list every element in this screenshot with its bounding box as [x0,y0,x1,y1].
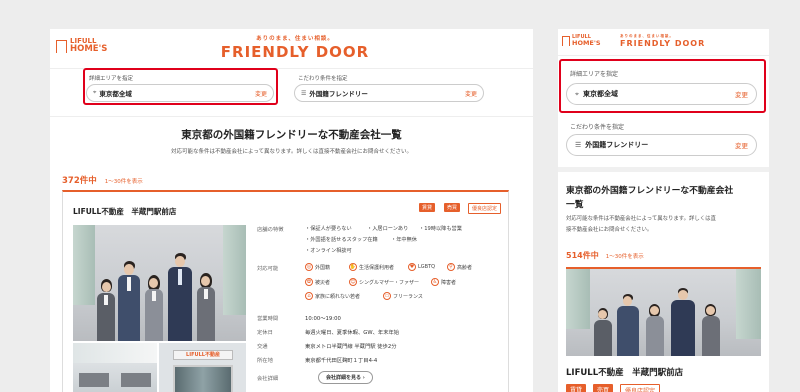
hours-value: 10:00〜19:00 [305,316,341,322]
results-note: 対応可能な条件は不動産会社によって異なります。詳しくは直接不動産会社にお問合せく… [170,149,412,155]
condition-change-button[interactable]: 変更 [465,89,477,98]
holiday-row: 定休日 毎週火曜日、夏季休暇、GW、年末年始 [257,330,400,336]
holiday-value: 毎週火曜日、夏季休暇、GW、年末年始 [305,330,400,336]
sliders-icon: ☰ [301,89,307,97]
divider [558,167,769,172]
support-lgbtq: ♥ LGBTQ [408,263,436,271]
family-icon: ☺ [349,278,357,286]
condition-label: こだわり条件を指定 [298,76,348,82]
support-disability: ♿ 障害者 [431,278,457,286]
support-elderly: ⚲ 高齢者 [447,263,472,271]
address-row: 所在地 東京都千代田区麹町１丁目4-4 [257,358,378,364]
filter-bar: 詳細エリアを指定 ⌖ 東京都全域 変更 こだわり条件を指定 ☰ 外国籍フレンドリ… [50,68,533,117]
support-disaster: ✿ 被災者 [305,278,331,286]
globe-icon: ◎ [305,263,313,271]
features-label: 店舗の特徴 [257,227,284,233]
friendly-door-logo[interactable]: ありのまま、住まい相談。 FRIENDLY DOOR [200,34,390,61]
desktop-view: LIFULL HOME'S ありのまま、住まい相談。 FRIENDLY DOOR… [50,29,533,392]
badge-rent: 賃貸 [419,203,436,212]
staff-photo [73,225,246,341]
feature-item: ・19時以降も営業 [419,226,462,232]
highlight-box [83,68,278,105]
results-count: 514件中 1〜30件を表示 [566,251,644,260]
page-title: 東京都の外国籍フレンドリーな不動産会社一覧 [181,129,402,141]
staff-photo [566,269,761,356]
results-count: 372件中 1〜30件を表示 [62,174,143,186]
condition-value: 外国籍フレンドリー [309,90,368,98]
site-header-mobile: LIFULL HOME'S ありのまま、住まい相談。 FRIENDLY DOOR [558,29,769,56]
support-row: 対応可能 [257,264,305,272]
hours-row: 営業時間 10:00〜19:00 [257,316,341,322]
count-range: 1〜30件を表示 [104,179,143,185]
badge-rent: 賃貸 [566,384,587,392]
detail-row: 会社詳細 [257,376,279,382]
condition-label: こだわり条件を指定 [570,124,625,131]
company-name[interactable]: LIFULL不動産 半蔵門駅前店 [566,366,683,378]
store-sign: LIFULL不動産 [173,350,233,360]
company-card[interactable]: LIFULL不動産 半蔵門駅前店 賃貸 売買 優良店認定 LIFULL不動産 店… [62,190,509,392]
lifull-homes-logo[interactable]: LIFULL HOME'S [56,37,108,55]
mobile-view: LIFULL HOME'S ありのまま、住まい相談。 FRIENDLY DOOR… [558,29,769,392]
support-welfare: ✋ 生活保護利用者 [349,263,395,271]
badge-certified: 優良店認定 [620,384,661,392]
feature-item: ・入居ローンあり [367,226,409,232]
paw-icon: ✿ [305,278,313,286]
friendly-door-logo[interactable]: ありのまま、住まい相談。 FRIENDLY DOOR [620,34,710,48]
badge-sale: 売買 [444,203,461,212]
feature-item: ・年中無休 [391,237,417,243]
results-note: 対応可能な条件は不動産会社によって異なります。詳しくは直 [566,216,716,222]
house-icon [562,36,570,47]
company-name[interactable]: LIFULL不動産 半蔵門駅前店 [73,206,176,217]
support-single-parent: ☺ シングルマザー・ファザー [349,278,420,286]
badge-certified: 優良店認定 [468,203,502,214]
logo-bottom-text: HOME'S [70,44,108,55]
highlight-box [559,59,766,113]
condition-selector[interactable]: ☰ 外国籍フレンドリー 変更 [294,84,484,102]
feature-item: ・外国語を話せるスタッフ在籍 [305,237,378,243]
company-detail-button[interactable]: 会社詳細を見る › [318,371,373,384]
feature-item: ・オンライン相談可 [305,248,352,254]
condition-selector[interactable]: ☰ 外国籍フレンドリー 変更 [566,134,757,156]
feature-item: ・保証人が要らない [305,226,352,232]
person-icon: ⚲ [447,263,455,271]
support-youth: ⌂ 家族に頼れない若者 [305,292,360,300]
support-foreigner: ◎ 外国籍 [305,263,331,271]
access-value: 東京メトロ半蔵門線 半蔵門駅 徒歩2分 [305,344,397,350]
lifull-homes-logo[interactable]: LIFULL HOME'S [562,34,601,47]
support-freelance: ▭ フリーランス [383,292,423,300]
tagline: ありのまま、住まい相談。 [256,36,334,42]
heart-icon: ♥ [408,263,416,271]
support-label: 対応可能 [257,266,279,272]
product-name: FRIENDLY DOOR [220,43,370,61]
laptop-icon: ▭ [383,292,391,300]
access-row: 交通 東京メトロ半蔵門線 半蔵門駅 徒歩2分 [257,344,397,350]
site-header: LIFULL HOME'S ありのまま、住まい相談。 FRIENDLY DOOR [50,29,533,69]
storefront-photo: LIFULL不動産 [159,343,246,392]
office-interior-photo [73,343,157,392]
sliders-icon: ☰ [575,141,582,149]
badge-sale: 売買 [593,384,614,392]
address-value: 東京都千代田区麹町１丁目4-4 [305,358,378,364]
hand-icon: ✋ [349,263,357,271]
page-title: 東京都の外国籍フレンドリーな不動産会社 [566,186,734,196]
wheelchair-icon: ♿ [431,278,439,286]
house-icon [56,39,67,53]
count-number: 372件中 [62,176,97,186]
condition-change-button[interactable]: 変更 [735,140,748,150]
features-row: 店舗の特徴 [257,225,305,233]
home-icon: ⌂ [305,292,313,300]
